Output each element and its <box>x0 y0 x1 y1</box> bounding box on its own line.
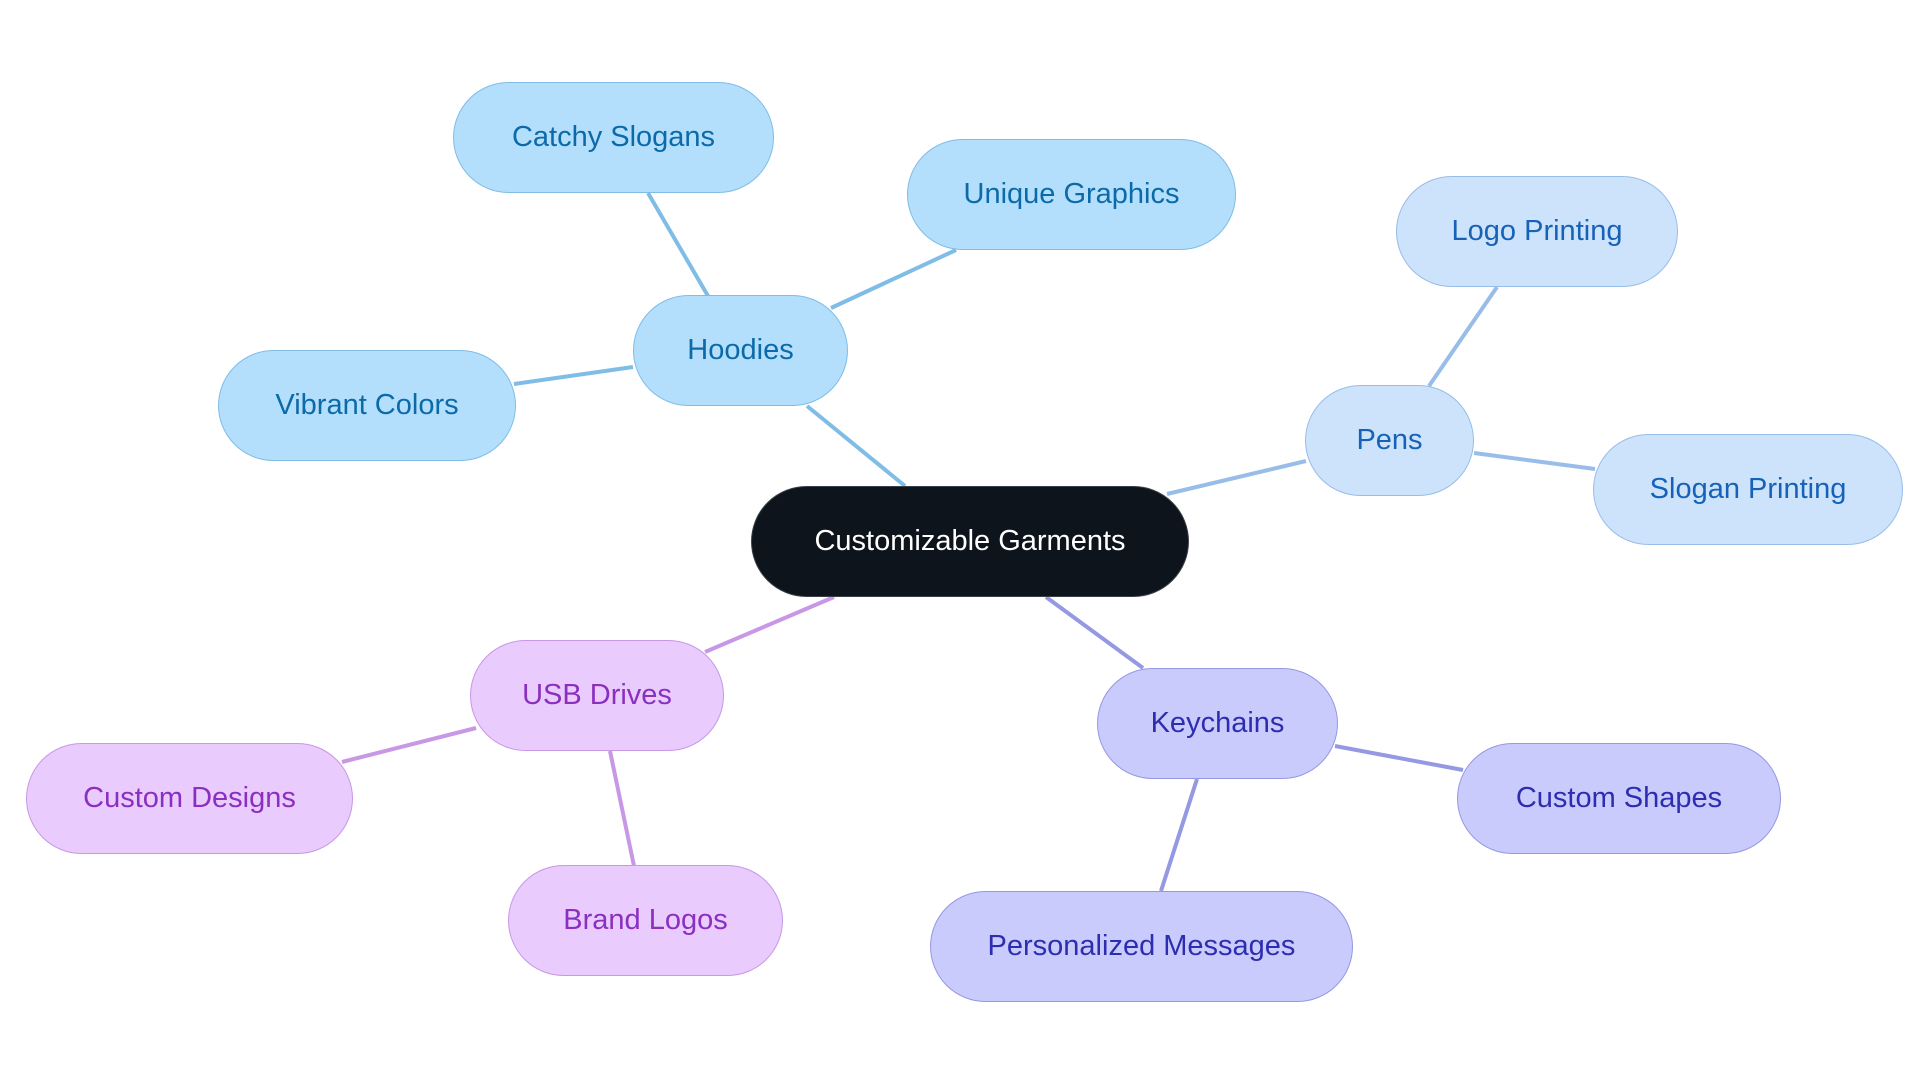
edge-hoodies-catchy-slogans <box>646 191 710 298</box>
root-node-label: Customizable Garments <box>814 525 1126 557</box>
edge-pens-slogan-printing <box>1473 451 1596 471</box>
edge-root-hoodies <box>805 404 907 488</box>
node-unique-graphics[interactable]: Unique Graphics <box>907 139 1236 250</box>
node-pens[interactable]: Pens <box>1305 385 1474 496</box>
node-vibrant-colors-label: Vibrant Colors <box>275 389 459 421</box>
node-personalized-messages-label: Personalized Messages <box>987 930 1296 962</box>
node-brand-logos-label: Brand Logos <box>563 904 728 936</box>
node-slogan-printing-label: Slogan Printing <box>1649 473 1847 505</box>
node-logo-printing-label: Logo Printing <box>1451 215 1623 247</box>
node-brand-logos[interactable]: Brand Logos <box>508 865 783 976</box>
node-pens-label: Pens <box>1356 424 1423 456</box>
node-hoodies-label: Hoodies <box>687 334 794 366</box>
node-logo-printing[interactable]: Logo Printing <box>1396 176 1678 287</box>
edge-root-pens <box>1166 459 1307 496</box>
edge-hoodies-vibrant-colors <box>513 365 634 386</box>
node-catchy-slogans[interactable]: Catchy Slogans <box>453 82 774 193</box>
edge-keychains-custom-shapes <box>1334 744 1464 772</box>
edge-root-usb-drives <box>704 595 835 654</box>
node-slogan-printing[interactable]: Slogan Printing <box>1593 434 1903 545</box>
node-custom-designs-label: Custom Designs <box>83 782 296 814</box>
edge-usb-drives-brand-logos <box>608 750 636 867</box>
node-custom-shapes[interactable]: Custom Shapes <box>1457 743 1781 854</box>
node-custom-shapes-label: Custom Shapes <box>1515 782 1723 814</box>
edge-pens-logo-printing <box>1427 285 1499 388</box>
node-hoodies[interactable]: Hoodies <box>633 295 848 406</box>
node-usb-drives[interactable]: USB Drives <box>470 640 724 751</box>
node-vibrant-colors[interactable]: Vibrant Colors <box>218 350 516 461</box>
node-personalized-messages[interactable]: Personalized Messages <box>930 891 1353 1002</box>
node-custom-designs[interactable]: Custom Designs <box>26 743 353 854</box>
root-node[interactable]: Customizable Garments <box>751 486 1189 597</box>
node-catchy-slogans-label: Catchy Slogans <box>511 121 716 153</box>
edge-root-keychains <box>1044 595 1145 670</box>
node-unique-graphics-label: Unique Graphics <box>963 178 1180 210</box>
edge-hoodies-unique-graphics <box>830 248 957 310</box>
node-usb-drives-label: USB Drives <box>522 679 672 711</box>
node-keychains[interactable]: Keychains <box>1097 668 1338 779</box>
edge-keychains-personalized-messages <box>1159 778 1199 892</box>
node-keychains-label: Keychains <box>1150 707 1285 739</box>
edge-usb-drives-custom-designs <box>341 726 477 764</box>
